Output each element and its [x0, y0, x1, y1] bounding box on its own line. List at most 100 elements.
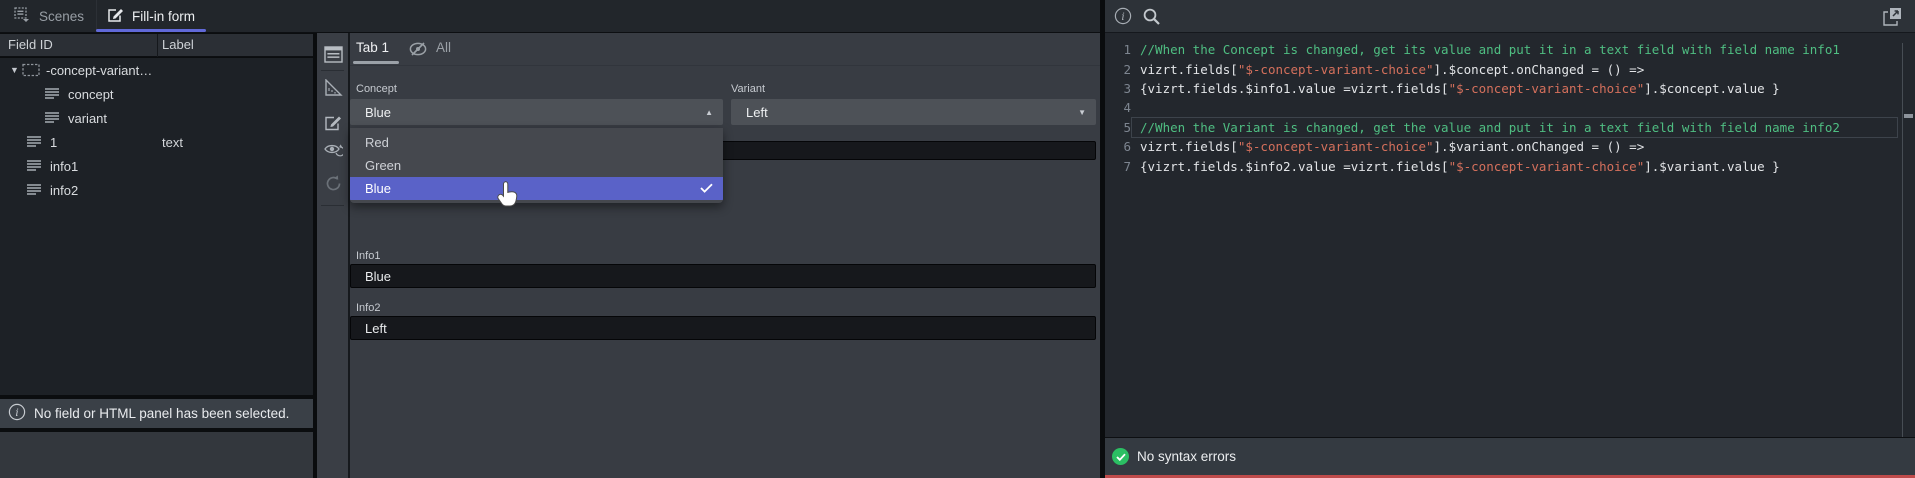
edit-form-button[interactable]: [322, 112, 344, 134]
syntax-status-text: No syntax errors: [1137, 449, 1236, 464]
line-number: 4: [1105, 100, 1131, 115]
svg-text:i: i: [15, 407, 18, 419]
dropdown-option-label: Red: [365, 135, 389, 150]
info2-field-label: Info2: [356, 302, 380, 314]
code-line[interactable]: 2vizrt.fields["$-concept-variant-choice"…: [1105, 59, 1901, 78]
dropdown-option-green[interactable]: Green: [350, 154, 723, 177]
tree-row-info2[interactable]: info2: [0, 178, 313, 202]
mouse-cursor-pointer: [497, 180, 521, 215]
dropdown-option-label: Blue: [365, 181, 391, 196]
concept-combobox-value: Blue: [365, 105, 391, 120]
form-tab-all[interactable]: All: [436, 40, 451, 55]
tree-row--concept-variant…[interactable]: ▼ -concept-variant…: [0, 58, 313, 82]
tree-row-info1[interactable]: info1: [0, 154, 313, 178]
form-toolbar: [317, 33, 348, 478]
field-tree: ▼ -concept-variant… concept variant 1 text inf…: [0, 58, 313, 395]
form-view-button[interactable]: [322, 43, 344, 65]
variant-field-label: Variant: [731, 83, 765, 95]
tree-row-1[interactable]: 1 text: [0, 130, 313, 154]
code-line[interactable]: 4: [1105, 98, 1901, 117]
scenes-icon: [14, 7, 31, 25]
toolbar-separator: [321, 205, 344, 206]
refresh-button[interactable]: [322, 172, 344, 194]
left-panel-footer: [0, 432, 313, 478]
variant-combobox-value: Left: [746, 105, 768, 120]
code-line[interactable]: 3 {vizrt.fields.$info1.value =vizrt.field…: [1105, 79, 1901, 98]
top-tab-bar: Scenes Fill-in form: [0, 0, 1100, 33]
selection-status-text: No field or HTML panel has been selected…: [34, 406, 289, 421]
text-field-icon: [44, 87, 62, 101]
script-editor-panel: i 1 //When the Concept is changed, get it…: [1105, 0, 1915, 478]
line-number: 3: [1105, 81, 1131, 96]
svg-text:i: i: [1121, 11, 1124, 23]
tree-field-id: -concept-variant…: [46, 63, 152, 78]
info1-input[interactable]: [350, 264, 1096, 288]
active-tab-underline: [96, 29, 206, 32]
tree-field-id: variant: [68, 111, 107, 126]
fill-in-form-icon: [107, 7, 124, 26]
info2-input[interactable]: [350, 316, 1096, 340]
text-field-icon: [26, 183, 44, 197]
line-content: {vizrt.fields.$info1.value =vizrt.fields…: [1140, 81, 1780, 96]
line-number: 5: [1105, 120, 1131, 135]
fill-in-form-preview: Tab 1 All Concept Blue ▲ Variant Left ▼ …: [350, 33, 1100, 478]
dropdown-option-blue[interactable]: Blue: [350, 177, 723, 200]
column-divider[interactable]: [157, 34, 158, 57]
info-icon: i: [8, 403, 26, 424]
tab-fill-in-form-label: Fill-in form: [132, 9, 195, 24]
selection-status-bar: i No field or HTML panel has been select…: [0, 399, 313, 430]
form-tab-1[interactable]: Tab 1: [356, 40, 389, 55]
tree-field-id: 1: [50, 135, 57, 150]
concept-field-label: Concept: [356, 83, 397, 95]
preview-button[interactable]: [322, 138, 344, 160]
line-number: 7: [1105, 159, 1131, 174]
form-tab-underline: [353, 61, 399, 64]
eye-slash-icon[interactable]: [408, 41, 428, 62]
script-info-icon[interactable]: i: [1114, 7, 1132, 30]
code-line[interactable]: 5 //When the Variant is changed, get the …: [1105, 118, 1901, 137]
tree-field-label: text: [162, 135, 183, 150]
code-line[interactable]: 1 //When the Concept is changed, get its …: [1105, 40, 1901, 59]
check-icon: [700, 181, 713, 196]
concept-dropdown-list: Red Green Blue: [350, 128, 723, 203]
chevron-up-icon: ▲: [705, 108, 713, 117]
dropdown-option-red[interactable]: Red: [350, 131, 723, 154]
line-number: 1: [1105, 42, 1131, 57]
line-content: vizrt.fields["$-concept-variant-choice"]…: [1140, 139, 1644, 154]
line-content: //When the Concept is changed, get its v…: [1140, 42, 1840, 57]
toolbar-separator: [321, 70, 344, 71]
form-tab-bar: Tab 1 All: [350, 33, 1100, 66]
tree-field-id: info2: [50, 183, 78, 198]
tree-expander-icon[interactable]: ▼: [10, 65, 22, 75]
text-field-icon: [26, 135, 44, 149]
variant-combobox[interactable]: Left ▼: [731, 99, 1096, 125]
text-field-icon: [44, 111, 62, 125]
field-table-header: Field ID Label: [0, 34, 313, 57]
tree-row-concept[interactable]: concept: [0, 82, 313, 106]
text-field-icon: [26, 159, 44, 173]
tab-fill-in-form[interactable]: Fill-in form: [95, 0, 207, 32]
code-editor[interactable]: 1 //When the Concept is changed, get its …: [1105, 40, 1901, 176]
tab-scenes[interactable]: Scenes: [2, 0, 97, 32]
search-icon[interactable]: [1142, 7, 1161, 31]
code-line[interactable]: 6 vizrt.fields["$-concept-variant-choice"…: [1105, 137, 1901, 156]
syntax-status-bar: No syntax errors: [1105, 437, 1915, 475]
tree-row-variant[interactable]: variant: [0, 106, 313, 130]
chevron-down-icon: ▼: [1078, 108, 1086, 117]
group-icon: [22, 63, 40, 77]
dropdown-option-label: Green: [365, 158, 401, 173]
pop-out-icon[interactable]: [1882, 6, 1903, 32]
line-content: //When the Variant is changed, get the v…: [1140, 120, 1840, 135]
editor-scrollbar-track[interactable]: [1902, 43, 1903, 437]
check-circle-icon: [1112, 448, 1129, 465]
concept-combobox[interactable]: Blue ▲: [350, 99, 723, 125]
editor-scrollbar-marker[interactable]: [1904, 114, 1913, 118]
script-editor-toolbar: i: [1105, 0, 1915, 33]
column-header-label: Label: [162, 37, 194, 52]
code-line[interactable]: 7{vizrt.fields.$info2.value =vizrt.field…: [1105, 156, 1901, 175]
info1-field-label: Info1: [356, 250, 380, 262]
line-number: 6: [1105, 139, 1131, 154]
line-content: vizrt.fields["$-concept-variant-choice"]…: [1140, 62, 1644, 77]
measure-tool-button[interactable]: [322, 77, 344, 99]
column-header-field-id: Field ID: [8, 37, 53, 52]
